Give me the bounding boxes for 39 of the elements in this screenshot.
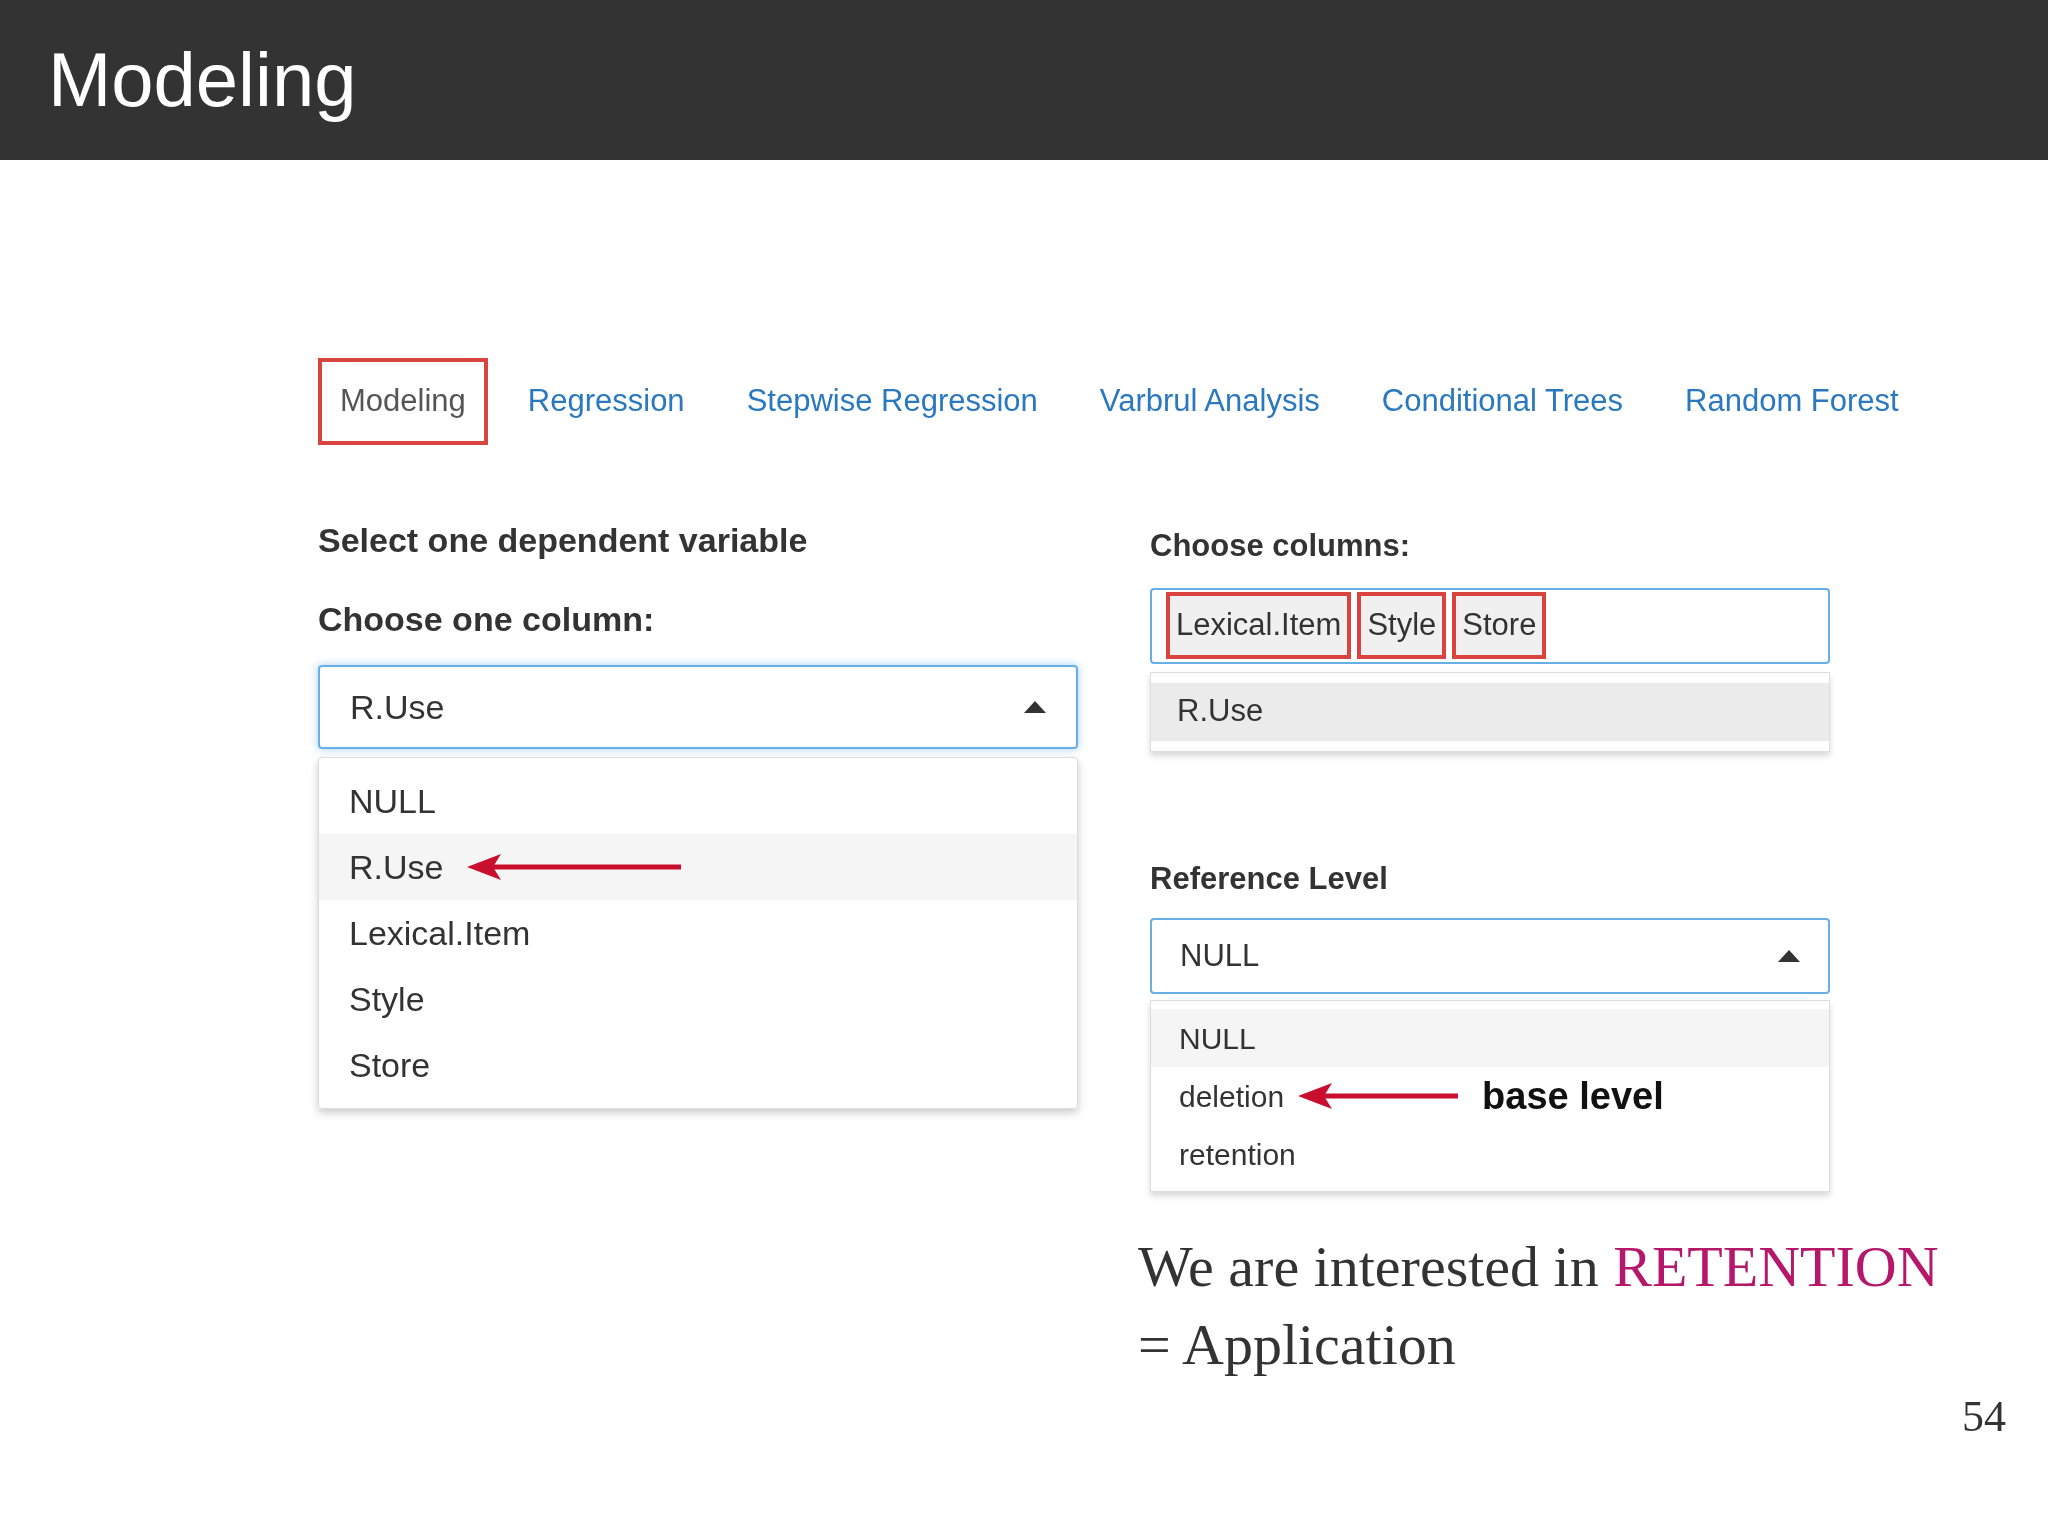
field-label: Choose columns: [1150, 527, 1412, 565]
selected-chip[interactable]: Lexical.Item [1166, 592, 1352, 659]
selected-chip[interactable]: Store [1452, 592, 1547, 659]
selected-chip[interactable]: Style [1357, 592, 1447, 659]
tab[interactable]: Modeling [318, 358, 488, 445]
dropdown-option[interactable]: NULL [1151, 1009, 1829, 1067]
option-label: Style [349, 978, 425, 1020]
annotation-text: base level [1482, 1073, 1664, 1119]
slide-title: Modeling [48, 36, 357, 124]
option-label: Lexical.Item [349, 912, 531, 954]
option-label: retention [1179, 1136, 1296, 1173]
field-label: Choose one column: [318, 599, 656, 640]
dropdown-option[interactable]: Style [319, 966, 1077, 1032]
field-label: Reference Level [1150, 859, 1389, 898]
option-label: R.Use [349, 846, 444, 888]
tab[interactable]: Regression [505, 358, 707, 445]
caption-text: We are interested in RETENTION = Application [1138, 1233, 1940, 1379]
option-label: NULL [349, 780, 436, 822]
tab[interactable]: Stepwise Regression [724, 358, 1060, 445]
select-field[interactable]: NULL [1150, 918, 1830, 994]
section-heading: Select one dependent variable [318, 520, 809, 561]
option-label: NULL [1179, 1020, 1256, 1057]
page-number: 54 [1962, 1391, 2006, 1443]
dropdown-option[interactable]: R.Use [319, 834, 1077, 900]
option-label: deletion [1179, 1078, 1285, 1115]
dropdown-option[interactable]: retention [1151, 1125, 1829, 1183]
dropdown-option[interactable]: deletion base level [1151, 1067, 1829, 1125]
caret-icon [1778, 950, 1800, 962]
dropdown-option[interactable]: R.Use [1151, 682, 1829, 741]
tab[interactable]: Conditional Trees [1359, 358, 1646, 445]
multi-select-field[interactable]: Lexical.Item Style Store [1150, 587, 1830, 664]
option-label: Store [349, 1044, 431, 1086]
caret-icon [1024, 701, 1046, 713]
select-field[interactable]: R.Use [318, 665, 1078, 749]
dropdown-option[interactable]: Lexical.Item [319, 900, 1077, 966]
dropdown-option[interactable]: Store [319, 1032, 1077, 1098]
tab[interactable]: Varbrul Analysis [1077, 358, 1342, 445]
tab[interactable]: Random Forest [1663, 358, 1921, 445]
dropdown-option[interactable]: NULL [319, 768, 1077, 834]
